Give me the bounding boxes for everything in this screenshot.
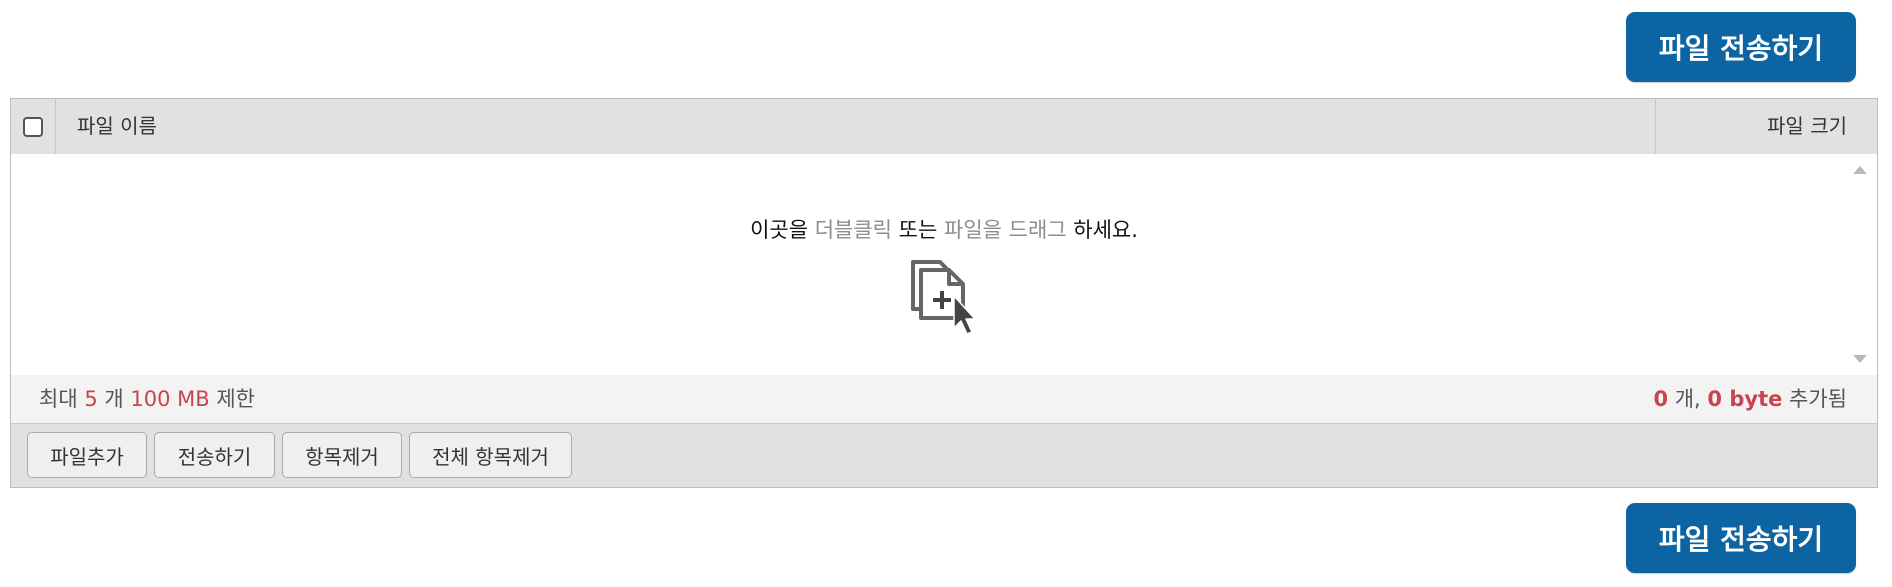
limit-count-unit: 개 <box>97 387 131 411</box>
file-drop-area[interactable]: 이곳을 더블클릭 또는 파일을 드래그 하세요. <box>11 154 1877 376</box>
upload-limit-text: 최대 5 개 100 MB 제한 <box>39 375 255 423</box>
add-file-button[interactable]: 파일추가 <box>27 432 147 478</box>
added-total-size: 0 byte <box>1707 387 1783 411</box>
add-files-icon <box>911 260 976 335</box>
summary-suffix: 추가됨 <box>1782 387 1847 411</box>
scroll-down-arrow[interactable] <box>1853 355 1867 363</box>
file-uploader: 파일 이름 파일 크기 이곳을 더블클릭 또는 파일을 드래그 하세요. 최대 … <box>10 98 1878 488</box>
added-file-count: 0 <box>1653 387 1669 411</box>
send-button[interactable]: 전송하기 <box>154 432 275 478</box>
file-size-column-header[interactable]: 파일 크기 <box>1767 99 1847 154</box>
send-files-button-bottom[interactable]: 파일 전송하기 <box>1626 503 1856 573</box>
max-total-size: 100 MB <box>130 387 210 411</box>
uploader-toolbar: 파일추가 전송하기 항목제거 전체 항목제거 <box>11 424 1877 487</box>
summary-count-unit: 개, <box>1668 387 1708 411</box>
select-all-checkbox[interactable] <box>23 117 43 137</box>
drop-instructions: 이곳을 더블클릭 또는 파일을 드래그 하세요. <box>11 214 1877 244</box>
drop-text-doubleclick: 더블클릭 <box>814 218 892 242</box>
select-all-cell <box>11 99 56 154</box>
file-name-column-header[interactable]: 파일 이름 <box>77 99 157 154</box>
file-list-header: 파일 이름 파일 크기 <box>11 99 1877 155</box>
scroll-up-arrow[interactable] <box>1853 166 1867 174</box>
upload-status-bar: 최대 5 개 100 MB 제한 0 개, 0 byte 추가됨 <box>11 375 1877 424</box>
drop-text-2: 또는 <box>892 218 944 242</box>
drop-text-drag: 파일을 드래그 <box>944 218 1067 242</box>
added-summary-text: 0 개, 0 byte 추가됨 <box>1653 375 1847 423</box>
remove-all-button[interactable]: 전체 항목제거 <box>409 432 572 478</box>
file-size-column-cell: 파일 크기 <box>1655 99 1877 154</box>
drop-text-3: 하세요. <box>1066 218 1138 242</box>
max-file-count: 5 <box>84 387 98 411</box>
limit-prefix: 최대 <box>39 387 85 411</box>
send-files-button-top[interactable]: 파일 전송하기 <box>1626 12 1856 82</box>
remove-item-button[interactable]: 항목제거 <box>282 432 402 478</box>
drop-text-1: 이곳을 <box>750 218 815 242</box>
limit-suffix: 제한 <box>209 387 255 411</box>
